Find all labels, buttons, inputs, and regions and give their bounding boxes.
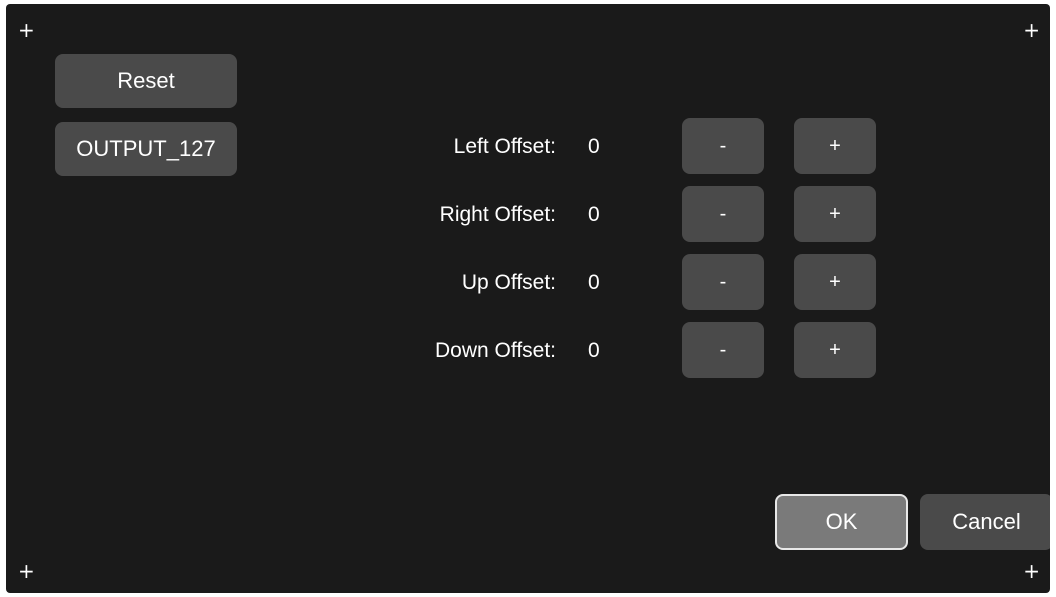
corner-marker-bottom-right: + [1023, 559, 1040, 583]
right-offset-label: Right Offset: [439, 203, 556, 226]
left-offset-value: 0 [588, 135, 600, 158]
offset-dialog: + + + + Reset OUTPUT_127 Left Offset: 0 … [6, 4, 1050, 593]
down-offset-value: 0 [588, 339, 600, 362]
up-offset-value: 0 [588, 271, 600, 294]
up-offset-label: Up Offset: [461, 271, 556, 294]
output-select-button[interactable]: OUTPUT_127 [55, 122, 237, 176]
corner-marker-top-right: + [1023, 18, 1040, 42]
down-offset-increment-button[interactable]: + [794, 322, 876, 378]
ok-button[interactable]: OK [775, 494, 908, 550]
up-offset-decrement-button[interactable]: - [682, 254, 764, 310]
corner-marker-bottom-left: + [18, 559, 35, 583]
cancel-button[interactable]: Cancel [920, 494, 1050, 550]
right-offset-increment-button[interactable]: + [794, 186, 876, 242]
down-offset-label: Down Offset: [435, 339, 556, 362]
right-offset-value: 0 [588, 203, 600, 226]
left-offset-label: Left Offset: [453, 135, 556, 158]
up-offset-increment-button[interactable]: + [794, 254, 876, 310]
corner-marker-top-left: + [18, 18, 35, 42]
left-offset-increment-button[interactable]: + [794, 118, 876, 174]
right-offset-decrement-button[interactable]: - [682, 186, 764, 242]
down-offset-decrement-button[interactable]: - [682, 322, 764, 378]
left-offset-decrement-button[interactable]: - [682, 118, 764, 174]
reset-button[interactable]: Reset [55, 54, 237, 108]
